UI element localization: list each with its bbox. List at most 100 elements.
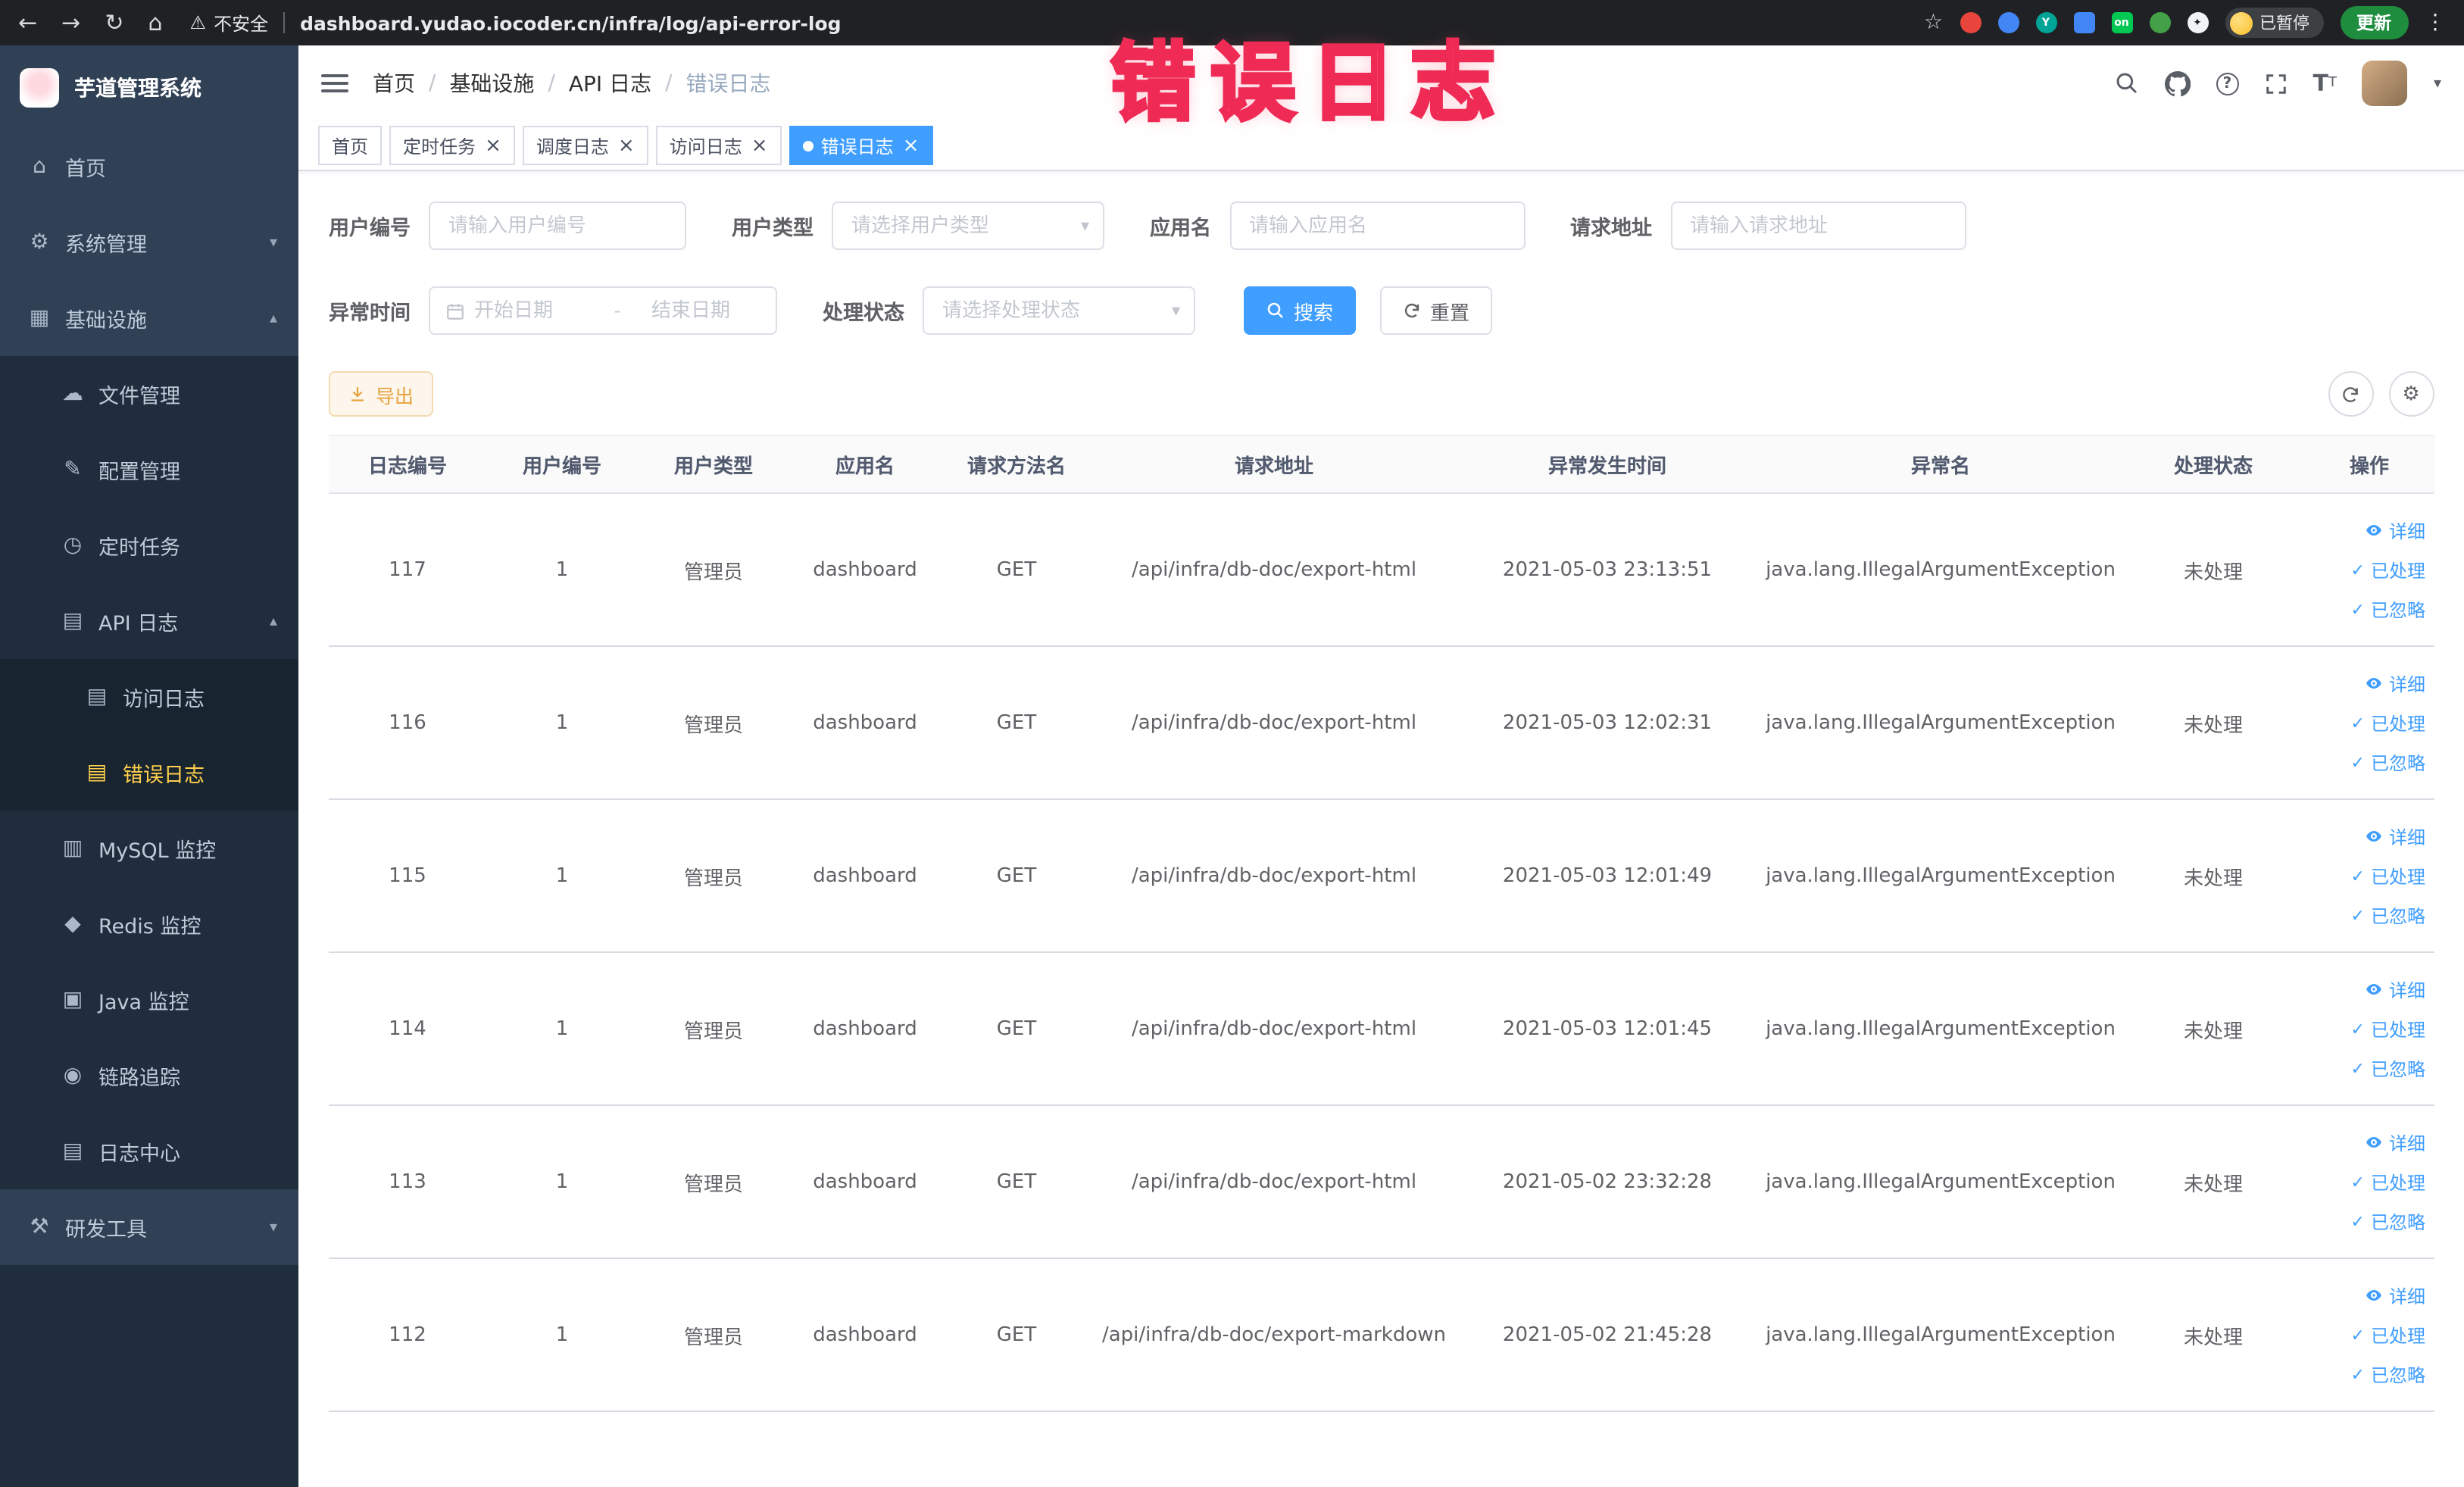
close-icon[interactable]: × <box>618 136 635 155</box>
export-button[interactable]: 导出 <box>329 371 434 417</box>
processed-link[interactable]: ✓ 已处理 <box>2310 1162 2425 1201</box>
breadcrumb-item[interactable]: 首页 <box>373 68 415 98</box>
sidebar-item-label: 日志中心 <box>98 1142 180 1167</box>
table-row: 112 1 管理员 dashboard GET/api/infra/db-doc/exp… <box>329 1258 2434 1412</box>
start-date-input[interactable] <box>474 299 583 322</box>
extension-icon[interactable] <box>2073 12 2094 33</box>
address-bar[interactable]: ⚠ 不安全 dashboard.yudao.iocoder.cn/infra/l… <box>190 10 1924 36</box>
ignored-link[interactable]: ✓ 已忽略 <box>2310 1048 2425 1088</box>
tab-label: 访问日志 <box>669 136 742 157</box>
user-type-select-input[interactable] <box>832 201 1104 250</box>
breadcrumb-item[interactable]: API 日志 <box>569 68 651 98</box>
sidebar-item-system-mgmt[interactable]: ⚙ 系统管理 ▾ <box>0 205 298 280</box>
sidebar-item-scheduled-task[interactable]: ◷ 定时任务 <box>0 508 298 583</box>
sidebar-toggle[interactable] <box>321 74 348 92</box>
tab-调度日志[interactable]: 调度日志 × <box>522 126 648 165</box>
github-icon[interactable] <box>2164 70 2191 96</box>
sidebar-item-api-log[interactable]: ▤ API 日志 ▴ <box>0 583 298 659</box>
sidebar-item-infrastructure[interactable]: ▦ 基础设施 ▴ <box>0 280 298 356</box>
close-icon[interactable]: × <box>485 136 501 155</box>
sidebar-item-log-center[interactable]: ▤ 日志中心 <box>0 1114 298 1189</box>
sidebar-item-file-mgmt[interactable]: ☁ 文件管理 <box>0 356 298 432</box>
chevron-down-icon[interactable]: ▾ <box>2434 75 2441 92</box>
bookmark-icon[interactable]: ☆ <box>1924 11 1943 35</box>
detail-link[interactable]: 详细 <box>2310 511 2425 550</box>
extension-icon[interactable] <box>1960 12 1981 33</box>
chevron-up-icon: ▴ <box>269 613 277 629</box>
update-button[interactable]: 更新 <box>2340 6 2408 39</box>
process-status-select-input[interactable] <box>923 286 1195 335</box>
browser-menu-icon[interactable]: ⋮ <box>2425 11 2446 35</box>
ignored-link[interactable]: ✓ 已忽略 <box>2310 1201 2425 1241</box>
reset-button[interactable]: 重置 <box>1380 286 1493 335</box>
action-label: 已处理 <box>2370 713 2425 734</box>
forward-button[interactable]: → <box>61 11 80 34</box>
avatar[interactable] <box>2362 61 2408 106</box>
processed-link[interactable]: ✓ 已处理 <box>2310 550 2425 589</box>
refresh-button[interactable] <box>2328 371 2373 417</box>
end-date-input[interactable] <box>651 299 760 322</box>
sidebar-item-home[interactable]: ⌂ 首页 <box>0 129 298 205</box>
extension-icon[interactable]: on <box>2111 12 2132 33</box>
app-name-input[interactable] <box>1229 201 1525 250</box>
back-button[interactable]: ← <box>18 11 37 34</box>
tab-首页[interactable]: 首页 <box>318 126 383 165</box>
detail-link[interactable]: 详细 <box>2310 817 2425 856</box>
processed-link[interactable]: ✓ 已处理 <box>2310 1315 2425 1354</box>
help-icon[interactable]: ? <box>2216 72 2239 95</box>
exception-time-range[interactable]: - <box>429 286 777 335</box>
app-logo[interactable]: 芋道管理系统 <box>0 45 298 129</box>
calendar-icon <box>445 301 465 320</box>
extension-icon[interactable] <box>1997 12 2019 33</box>
font-size-icon[interactable]: TT <box>2313 70 2336 97</box>
fullscreen-icon[interactable] <box>2264 72 2287 95</box>
process-status-select[interactable]: ▾ <box>923 286 1195 335</box>
detail-link[interactable]: 详细 <box>2310 664 2425 703</box>
tab-错误日志[interactable]: 错误日志 × <box>789 126 933 165</box>
detail-link[interactable]: 详细 <box>2310 970 2425 1009</box>
reload-button[interactable]: ↻ <box>105 11 123 34</box>
search-button[interactable]: 搜索 <box>1244 286 1357 335</box>
processed-link[interactable]: ✓ 已处理 <box>2310 1009 2425 1048</box>
tab-访问日志[interactable]: 访问日志 × <box>655 126 782 165</box>
sidebar-item-mysql-monitor[interactable]: ▥ MySQL 监控 <box>0 811 298 886</box>
process-status-cell: 未处理 <box>2122 952 2304 1106</box>
close-icon[interactable]: × <box>903 136 920 155</box>
ignored-link[interactable]: ✓ 已忽略 <box>2310 895 2425 935</box>
breadcrumb-item[interactable]: 基础设施 <box>449 68 534 98</box>
extension-icon[interactable] <box>2149 12 2170 33</box>
request-url-input[interactable] <box>1670 201 1966 250</box>
detail-link[interactable]: 详细 <box>2310 1123 2425 1162</box>
user-type-select[interactable]: ▾ <box>832 201 1104 250</box>
user-id-cell: 1 <box>486 952 638 1106</box>
sidebar-item-java-monitor[interactable]: ▣ Java 监控 <box>0 962 298 1038</box>
log-id-cell: 112 <box>329 1258 486 1412</box>
paused-badge[interactable]: 已暂停 <box>2225 8 2323 38</box>
close-icon[interactable]: × <box>751 136 768 155</box>
sidebar-item-config-mgmt[interactable]: ✎ 配置管理 <box>0 432 298 508</box>
action-label: 详细 <box>2388 673 2425 695</box>
home-button[interactable]: ⌂ <box>148 11 162 34</box>
ignored-link[interactable]: ✓ 已忽略 <box>2310 1354 2425 1394</box>
extension-icon[interactable]: ✦ <box>2187 12 2208 33</box>
sidebar-item-dev-tools[interactable]: ⚒ 研发工具 ▾ <box>0 1189 298 1265</box>
export-button-label: 导出 <box>376 384 414 407</box>
search-icon[interactable] <box>2114 71 2138 95</box>
eye-icon <box>2366 1290 2381 1301</box>
sidebar-item-error-log[interactable]: ▤ 错误日志 <box>0 735 298 811</box>
extension-icon[interactable]: Y <box>2035 12 2056 33</box>
check-icon: ✓ <box>2350 713 2365 733</box>
column-settings-button[interactable]: ⚙ <box>2388 371 2434 417</box>
gear-icon: ⚙ <box>2402 382 2420 405</box>
exception-name-cell: java.lang.IllegalArgumentException <box>1759 493 2122 647</box>
tab-定时任务[interactable]: 定时任务 × <box>389 126 515 165</box>
sidebar-item-trace[interactable]: ◉ 链路追踪 <box>0 1038 298 1114</box>
ignored-link[interactable]: ✓ 已忽略 <box>2310 742 2425 782</box>
processed-link[interactable]: ✓ 已处理 <box>2310 703 2425 742</box>
sidebar-item-access-log[interactable]: ▤ 访问日志 <box>0 659 298 735</box>
processed-link[interactable]: ✓ 已处理 <box>2310 856 2425 895</box>
ignored-link[interactable]: ✓ 已忽略 <box>2310 589 2425 629</box>
user-id-input[interactable] <box>429 201 686 250</box>
sidebar-item-redis-monitor[interactable]: ◆ Redis 监控 <box>0 886 298 962</box>
detail-link[interactable]: 详细 <box>2310 1276 2425 1315</box>
